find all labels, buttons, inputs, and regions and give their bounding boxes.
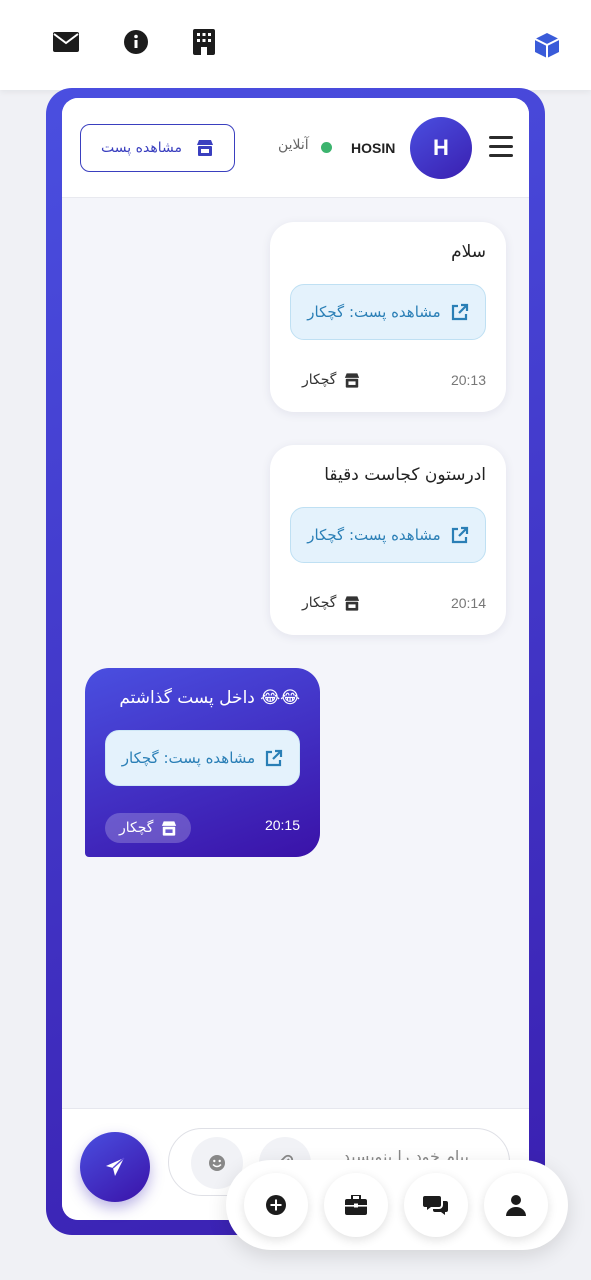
store-icon bbox=[345, 595, 360, 611]
external-link-icon bbox=[266, 749, 283, 767]
hamburger-menu-icon[interactable] bbox=[489, 136, 513, 158]
post-link-button[interactable]: مشاهده پست: گچکار bbox=[105, 730, 300, 786]
message-bubble-incoming: سلام مشاهده پست: گچکار 20:13 گچکار bbox=[270, 222, 506, 412]
view-post-button[interactable]: مشاهده پست bbox=[80, 124, 235, 172]
shop-name: گچکار bbox=[119, 820, 154, 836]
online-status-dot bbox=[321, 142, 332, 153]
nav-jobs-button[interactable] bbox=[324, 1173, 388, 1237]
envelope-icon[interactable] bbox=[52, 28, 80, 56]
briefcase-icon bbox=[345, 1195, 367, 1215]
nav-profile-button[interactable] bbox=[484, 1173, 548, 1237]
top-bar bbox=[0, 0, 591, 90]
view-post-label: مشاهده پست bbox=[101, 140, 182, 156]
paper-plane-icon bbox=[106, 1157, 125, 1176]
post-link-button[interactable]: مشاهده پست: گچکار bbox=[290, 507, 486, 563]
message-text: 😂😂 داخل پست گذاشتم bbox=[119, 688, 300, 708]
building-icon[interactable] bbox=[190, 28, 218, 56]
send-button[interactable] bbox=[80, 1132, 150, 1202]
chat-header: H HOSIN آنلاین مشاهده پست bbox=[62, 98, 529, 198]
post-link-label: مشاهده پست: گچکار bbox=[307, 526, 441, 544]
shop-name: گچکار bbox=[302, 372, 337, 388]
message-time: 20:13 bbox=[450, 372, 486, 388]
online-status-text: آنلاین bbox=[278, 137, 309, 153]
cube-icon[interactable] bbox=[533, 31, 561, 59]
store-icon bbox=[162, 820, 177, 836]
smile-icon bbox=[209, 1155, 225, 1171]
info-icon[interactable] bbox=[122, 28, 150, 56]
shop-name: گچکار bbox=[302, 595, 337, 611]
external-link-icon bbox=[451, 303, 468, 321]
chat-user-name: HOSIN bbox=[351, 140, 396, 156]
message-text: سلام bbox=[451, 242, 486, 262]
message-bubble-incoming: ادرستون کجاست دقیقا مشاهده پست: گچکار 20… bbox=[270, 445, 506, 635]
post-link-label: مشاهده پست: گچکار bbox=[307, 303, 441, 321]
user-icon bbox=[506, 1195, 526, 1216]
post-link-label: مشاهده پست: گچکار bbox=[121, 749, 256, 767]
avatar[interactable]: H bbox=[410, 117, 472, 179]
store-icon bbox=[345, 372, 360, 388]
shop-tag[interactable]: گچکار bbox=[105, 813, 192, 843]
external-link-icon bbox=[451, 526, 468, 544]
chat-icon bbox=[423, 1196, 448, 1215]
message-time: 20:15 bbox=[264, 817, 300, 833]
add-icon bbox=[266, 1195, 286, 1215]
store-icon bbox=[196, 140, 213, 156]
chat-panel: H HOSIN آنلاین مشاهده پست سلام مشاهده پس… bbox=[62, 98, 529, 1220]
post-link-button[interactable]: مشاهده پست: گچکار bbox=[290, 284, 486, 340]
message-time: 20:14 bbox=[450, 595, 486, 611]
nav-chat-button[interactable] bbox=[404, 1173, 468, 1237]
bottom-nav bbox=[226, 1160, 568, 1250]
message-bubble-outgoing: 😂😂 داخل پست گذاشتم مشاهده پست: گچکار 20:… bbox=[85, 668, 320, 857]
shop-tag[interactable]: گچکار bbox=[302, 595, 360, 611]
message-text: ادرستون کجاست دقیقا bbox=[324, 465, 486, 485]
nav-add-button[interactable] bbox=[244, 1173, 308, 1237]
shop-tag[interactable]: گچکار bbox=[302, 372, 360, 388]
